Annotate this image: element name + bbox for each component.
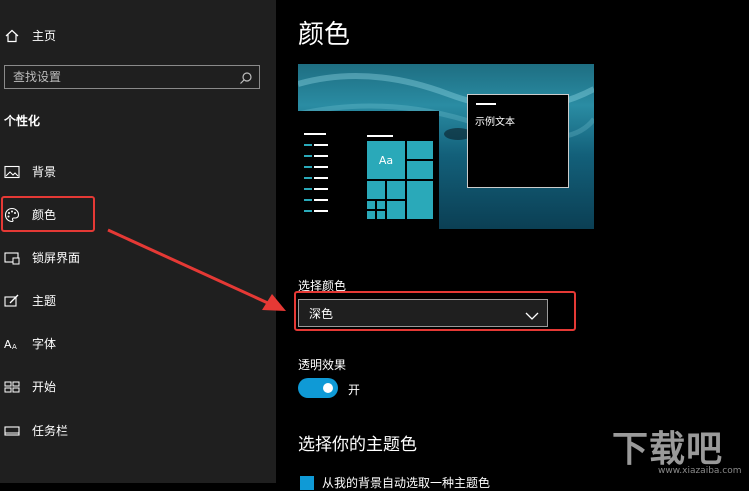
sidebar-item-start[interactable]: 开始 [0, 369, 276, 405]
start-tiles-icon [4, 379, 20, 395]
page-title: 颜色 [298, 20, 351, 50]
dropdown-highlight-box [294, 291, 576, 331]
sidebar-item-label: 主页 [32, 29, 57, 43]
transparency-toggle[interactable] [298, 378, 338, 398]
start-menu-preview: Aa [298, 111, 439, 229]
sidebar-item-label: 字体 [32, 337, 57, 351]
taskbar-icon [4, 423, 20, 439]
sidebar-item-label: 锁屏界面 [32, 251, 81, 265]
sidebar-item-label: 背景 [32, 165, 57, 179]
watermark-url: www.xiazaiba.com [658, 466, 742, 476]
transparency-label: 透明效果 [298, 358, 347, 372]
watermark-logo: 下载吧 [612, 429, 724, 470]
accent-section-title: 选择你的主题色 [298, 435, 417, 455]
transparency-state: 开 [348, 383, 361, 397]
theme-brush-icon [4, 293, 20, 309]
sidebar-item-label: 任务栏 [32, 424, 69, 438]
sample-text: 示例文本 [475, 117, 515, 128]
search-box[interactable] [4, 65, 260, 89]
search-icon[interactable] [239, 70, 253, 89]
sidebar-item-background[interactable]: 背景 [0, 154, 276, 190]
section-heading: 个性化 [4, 114, 41, 128]
sidebar-item-label: 开始 [32, 380, 57, 394]
toggle-knob [323, 383, 333, 393]
sidebar-item-lock-screen[interactable]: 锁屏界面 [0, 240, 276, 276]
sidebar-item-taskbar[interactable]: 任务栏 [0, 413, 276, 449]
lock-screen-icon [4, 250, 20, 266]
sidebar-item-home[interactable]: 主页 [0, 18, 276, 54]
auto-pick-checkbox[interactable] [300, 476, 314, 490]
picture-icon [4, 164, 20, 180]
svg-text:A: A [12, 343, 17, 351]
tile-aa: Aa [367, 141, 405, 179]
sample-window-preview: 示例文本 [467, 94, 569, 188]
svg-text:A: A [4, 338, 12, 351]
colors-highlight-box [1, 196, 95, 232]
home-icon [4, 28, 20, 44]
font-icon: AA [4, 336, 20, 352]
sidebar: 主页 个性化 背景 颜色 锁屏界面 主题 AA [0, 0, 276, 483]
sidebar-item-themes[interactable]: 主题 [0, 283, 276, 319]
sidebar-item-label: 主题 [32, 294, 57, 308]
search-input[interactable] [13, 70, 233, 84]
sidebar-item-fonts[interactable]: AA 字体 [0, 326, 276, 362]
theme-preview: Aa 示例文本 [298, 64, 594, 229]
